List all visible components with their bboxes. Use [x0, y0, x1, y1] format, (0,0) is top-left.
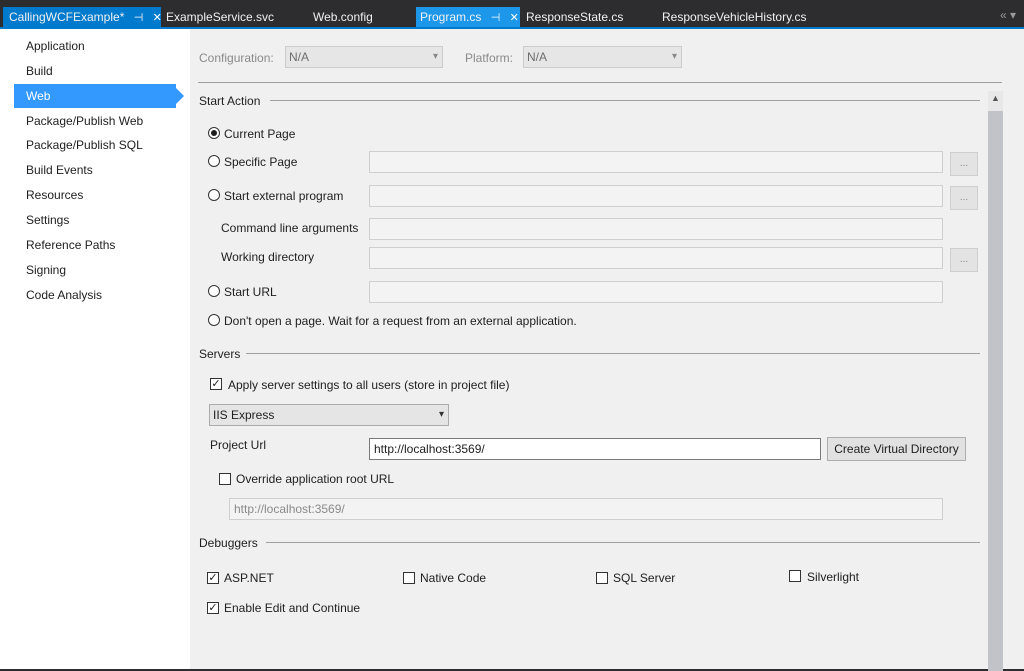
override-root-url-checkbox[interactable]	[219, 473, 231, 485]
silverlight-checkbox[interactable]	[789, 570, 801, 582]
servers-divider	[245, 353, 980, 354]
pin-icon[interactable]: ⊣	[491, 8, 501, 28]
configuration-bar: Configuration: N/A ▾ Platform: N/A ▾	[190, 29, 1024, 81]
native-code-checkbox[interactable]	[403, 572, 415, 584]
current-page-label: Current Page	[224, 127, 296, 141]
native-code-label: Native Code	[420, 571, 487, 585]
working-dir-label: Working directory	[221, 250, 315, 264]
configuration-value: N/A	[289, 50, 310, 64]
specific-page-radio[interactable]	[208, 155, 220, 167]
external-program-input[interactable]	[369, 185, 943, 207]
document-tab-bar: CallingWCFExample* ⊣ ✕ ExampleService.sv…	[0, 0, 1024, 27]
tab-label: ResponseVehicleHistory.cs	[662, 10, 807, 24]
chevron-down-icon: ▾	[438, 409, 444, 420]
cmd-args-input[interactable]	[369, 218, 943, 240]
specific-page-label: Specific Page	[224, 155, 298, 169]
project-url-input[interactable]: http://localhost:3569/	[369, 438, 821, 460]
tab-responsevehiclehistory[interactable]: ResponseVehicleHistory.cs	[662, 7, 807, 27]
tab-label: Program.cs	[420, 10, 482, 24]
close-icon[interactable]: ✕	[153, 8, 162, 28]
platform-select[interactable]: N/A ▾	[523, 46, 682, 68]
scroll-up-icon[interactable]: ▲	[988, 91, 1003, 105]
edit-continue-label: Enable Edit and Continue	[224, 601, 361, 615]
nav-item-reference-paths[interactable]: Reference Paths	[14, 233, 176, 257]
nav-item-package-publish-web[interactable]: Package/Publish Web	[14, 109, 176, 133]
debuggers-divider	[266, 542, 980, 543]
aspnet-checkbox[interactable]: ✓	[207, 572, 219, 584]
nav-item-web[interactable]: Web	[14, 84, 184, 108]
aspnet-label: ASP.NET	[224, 571, 274, 585]
tab-webconfig[interactable]: Web.config	[313, 7, 373, 27]
create-virtual-directory-button[interactable]: Create Virtual Directory	[827, 437, 966, 461]
working-dir-input[interactable]	[369, 247, 943, 269]
sql-server-label: SQL Server	[613, 571, 676, 585]
tab-callingwcfexample[interactable]: CallingWCFExample* ⊣ ✕	[3, 7, 162, 28]
tab-label: ExampleService.svc	[166, 10, 275, 24]
external-program-label: Start external program	[224, 189, 344, 203]
tab-label: ResponseState.cs	[526, 10, 624, 24]
configuration-select[interactable]: N/A ▾	[285, 46, 443, 68]
dont-open-radio[interactable]	[208, 314, 220, 326]
nav-item-package-publish-sql[interactable]: Package/Publish SQL	[14, 133, 176, 157]
vertical-scrollbar[interactable]: ▲	[988, 91, 1003, 671]
nav-item-code-analysis[interactable]: Code Analysis	[14, 283, 176, 307]
start-action-divider	[270, 100, 980, 101]
dont-open-label: Don't open a page. Wait for a request fr…	[224, 314, 577, 328]
platform-value: N/A	[527, 50, 548, 64]
tab-program-cs[interactable]: Program.cs ⊣ ✕	[416, 7, 520, 27]
external-program-radio[interactable]	[208, 189, 220, 201]
nav-item-settings[interactable]: Settings	[14, 208, 176, 232]
edit-continue-checkbox[interactable]: ✓	[207, 602, 219, 614]
chevron-down-icon: ▾	[432, 51, 438, 62]
nav-item-build[interactable]: Build	[14, 59, 176, 83]
platform-label: Platform:	[465, 51, 514, 65]
apply-all-users-label: Apply server settings to all users (stor…	[228, 378, 510, 392]
server-type-select[interactable]: IIS Express ▾	[209, 404, 449, 426]
project-url-label: Project Url	[210, 438, 267, 452]
start-url-input[interactable]	[369, 281, 943, 303]
servers-heading: Servers	[199, 347, 247, 361]
tab-overflow-icon[interactable]: « ▾	[1000, 8, 1016, 22]
debuggers-heading: Debuggers	[199, 536, 264, 550]
config-divider	[198, 82, 1002, 83]
start-url-radio[interactable]	[208, 285, 220, 297]
configuration-label: Configuration:	[199, 51, 274, 65]
pin-icon[interactable]: ⊣	[134, 8, 144, 28]
nav-item-application[interactable]: Application	[14, 34, 176, 58]
tab-label: Web.config	[313, 10, 373, 24]
tab-exampleservice[interactable]: ExampleService.svc	[166, 7, 274, 27]
current-page-radio[interactable]	[208, 127, 220, 139]
nav-item-signing[interactable]: Signing	[14, 258, 176, 282]
override-root-url-label: Override application root URL	[236, 472, 395, 486]
tab-label: CallingWCFExample*	[9, 10, 125, 24]
properties-nav: Application Build Web Package/Publish We…	[0, 29, 190, 669]
override-root-url-input[interactable]: http://localhost:3569/	[229, 498, 943, 520]
project-properties-page: Application Build Web Package/Publish We…	[0, 29, 1024, 671]
close-icon[interactable]: ✕	[510, 8, 519, 28]
start-url-label: Start URL	[224, 285, 277, 299]
server-type-value: IIS Express	[213, 408, 275, 422]
apply-all-users-checkbox[interactable]: ✓	[210, 378, 222, 390]
external-program-browse-button[interactable]: ...	[950, 186, 978, 210]
chevron-down-icon: ▾	[671, 51, 677, 62]
specific-page-input[interactable]	[369, 151, 943, 173]
specific-page-browse-button[interactable]: ...	[950, 152, 978, 176]
web-settings-panel: Configuration: N/A ▾ Platform: N/A ▾ Sta…	[190, 29, 1024, 671]
scroll-thumb[interactable]	[988, 111, 1003, 671]
working-dir-browse-button[interactable]: ...	[950, 248, 978, 272]
nav-item-resources[interactable]: Resources	[14, 183, 176, 207]
nav-item-build-events[interactable]: Build Events	[14, 158, 176, 182]
cmd-args-label: Command line arguments	[221, 221, 359, 235]
sql-server-checkbox[interactable]	[596, 572, 608, 584]
tab-responsestate[interactable]: ResponseState.cs	[526, 7, 623, 27]
start-action-heading: Start Action	[199, 94, 267, 108]
silverlight-label: Silverlight	[807, 570, 860, 584]
